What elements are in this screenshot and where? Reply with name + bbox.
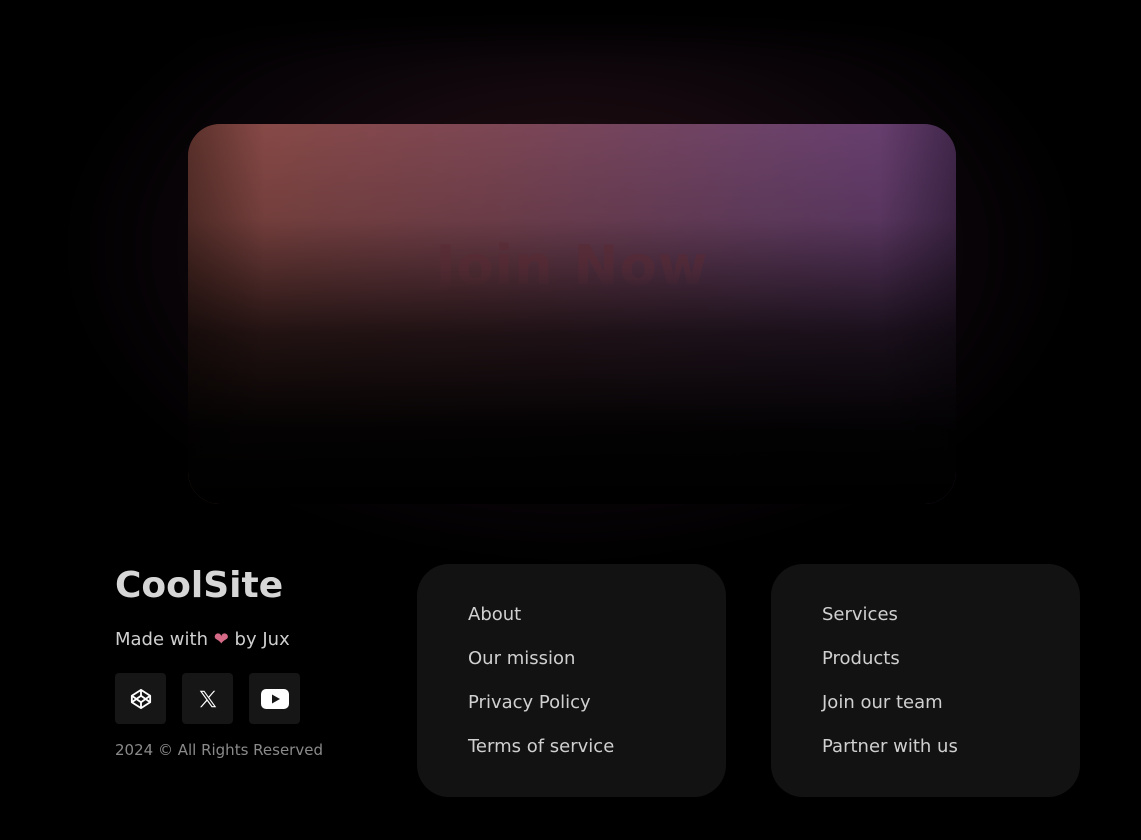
youtube-icon [260, 688, 289, 709]
made-with-suffix: by Jux [234, 629, 290, 650]
link-about[interactable]: About [468, 603, 726, 647]
footer-links-services: Services Products Join our team Partner … [771, 564, 1080, 797]
x-button[interactable] [182, 673, 233, 724]
link-our-mission[interactable]: Our mission [468, 647, 726, 691]
link-services[interactable]: Services [822, 603, 1080, 647]
made-with-prefix: Made with [115, 629, 208, 650]
page: Join Now CoolSite Made with ❤ by Jux 202… [0, 0, 1141, 840]
made-with-line: Made with ❤ by Jux [115, 628, 395, 652]
link-partner-with-us[interactable]: Partner with us [822, 735, 1080, 779]
link-join-our-team[interactable]: Join our team [822, 691, 1080, 735]
join-now-card[interactable]: Join Now [188, 124, 956, 504]
youtube-button[interactable] [249, 673, 300, 724]
link-terms-of-service[interactable]: Terms of service [468, 735, 726, 779]
social-links [115, 673, 395, 724]
link-products[interactable]: Products [822, 647, 1080, 691]
footer-links-company: About Our mission Privacy Policy Terms o… [417, 564, 726, 797]
copyright-text: 2024 © All Rights Reserved [115, 741, 323, 759]
heart-icon: ❤ [213, 629, 229, 650]
hero-edge-fade [188, 124, 956, 504]
link-privacy-policy[interactable]: Privacy Policy [468, 691, 726, 735]
footer-brand: CoolSite Made with ❤ by Jux 2024 © All R… [115, 562, 395, 759]
codepen-icon [130, 688, 151, 709]
x-icon [199, 690, 216, 707]
codepen-button[interactable] [115, 673, 166, 724]
brand-name[interactable]: CoolSite [115, 562, 395, 610]
join-now-text[interactable]: Join Now [188, 234, 956, 297]
